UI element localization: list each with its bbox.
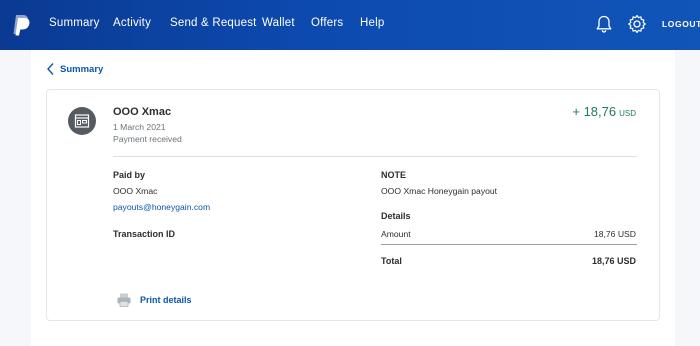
nav-send-request[interactable]: Send & Request [170, 17, 257, 29]
paypal-logo[interactable] [12, 14, 30, 36]
back-link-label: Summary [60, 64, 104, 75]
divider [113, 156, 637, 157]
merchant-avatar [68, 107, 96, 135]
details-amount-value: 18,76 USD [593, 229, 636, 239]
nav-summary[interactable]: Summary [49, 17, 100, 29]
payer-email-link[interactable]: payouts@honeygain.com [113, 202, 210, 212]
top-nav-bar: Summary Activity Send & Request Wallet O… [0, 0, 700, 50]
details-divider [381, 244, 637, 245]
payer-name: OOO Xmac [113, 186, 158, 196]
note-label: NOTE [381, 170, 407, 180]
transaction-amount: + 18,76 USD [572, 104, 636, 119]
transaction-date: 1 March 2021 [113, 122, 166, 132]
total-label: Total [381, 256, 402, 266]
logout-button[interactable]: LOGOUT [662, 19, 700, 29]
nav-wallet[interactable]: Wallet [262, 17, 295, 29]
store-icon [74, 114, 90, 128]
note-text: OOO Xmac Honeygain payout [381, 186, 498, 196]
amount-value: + 18,76 [572, 104, 617, 119]
bell-icon[interactable] [594, 14, 614, 34]
print-details-label: Print details [140, 295, 192, 305]
nav-activity[interactable]: Activity [113, 17, 151, 29]
nav-help[interactable]: Help [360, 17, 384, 29]
amount-currency: USD [619, 109, 636, 118]
details-amount-label: Amount [381, 229, 411, 239]
chevron-left-icon [47, 63, 54, 75]
printer-icon [117, 293, 131, 307]
paid-by-label: Paid by [113, 170, 146, 180]
nav-offers[interactable]: Offers [311, 17, 343, 29]
transaction-status: Payment received [113, 134, 182, 144]
transaction-id-label: Transaction ID [113, 229, 176, 239]
details-label: Details [381, 211, 411, 221]
gear-icon[interactable] [627, 14, 647, 34]
total-value: 18,76 USD [591, 256, 636, 266]
merchant-name: OOO Xmac [113, 106, 172, 118]
